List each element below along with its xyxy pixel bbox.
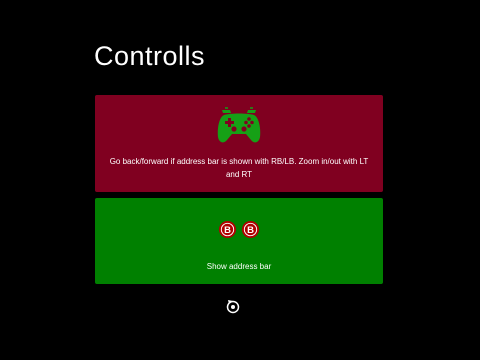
card-description: Show address bar — [206, 262, 272, 271]
controls-screen: Controlls Go back/forward if address bar… — [0, 0, 480, 360]
svg-text:B: B — [247, 225, 254, 236]
page-title: Controlls — [94, 41, 206, 71]
show-address-bar-card[interactable]: B B Show address bar — [95, 198, 383, 284]
b-button-icon: B — [241, 220, 260, 239]
card-description: Go back/forward if address bar is shown … — [109, 157, 369, 179]
cursor-target-icon[interactable] — [224, 298, 242, 316]
b-button-icon: B — [218, 220, 237, 239]
zoom-navigation-card[interactable]: Go back/forward if address bar is shown … — [95, 95, 383, 192]
card-icon-wrap: B B — [95, 220, 383, 239]
card-icon-wrap — [95, 107, 383, 147]
svg-text:B: B — [224, 225, 231, 236]
gamepad-icon — [217, 107, 261, 143]
